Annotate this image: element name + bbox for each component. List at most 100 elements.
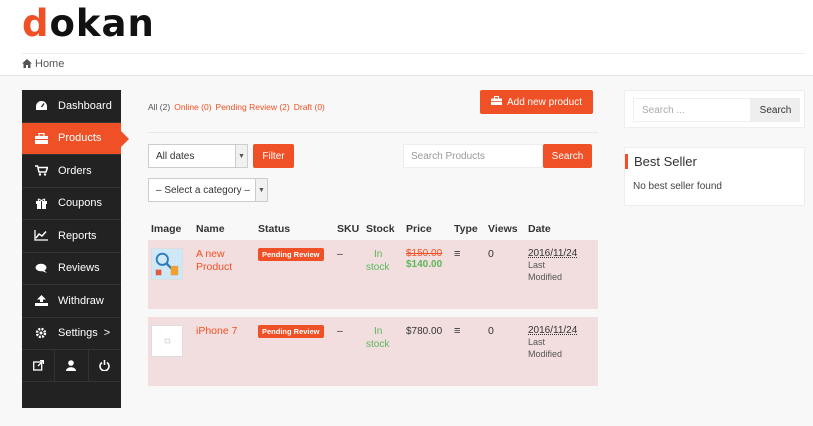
- date-label-line: Modified: [528, 272, 563, 282]
- product-image-cell: [148, 317, 193, 386]
- sidebar-item-label: Coupons: [58, 197, 103, 210]
- sku-cell: –: [337, 325, 343, 337]
- content-divider: [148, 132, 598, 133]
- sale-price: $140.00: [406, 259, 443, 270]
- chevron-down-icon: ▼: [255, 179, 267, 201]
- status-cell: Pending Review: [255, 317, 334, 386]
- column-header: SKU: [337, 223, 360, 235]
- product-name-line[interactable]: iPhone 7: [196, 325, 252, 338]
- price-cell: $150.00 $140.00: [403, 240, 451, 309]
- briefcase-icon: [34, 132, 48, 144]
- sidebar-item-coupons[interactable]: Coupons: [22, 188, 121, 220]
- dokan-logo[interactable]: dokan: [22, 2, 155, 45]
- column-header: Status: [258, 223, 291, 235]
- breadcrumb-home[interactable]: Home: [35, 58, 64, 70]
- sidebar-item-label: Products: [58, 132, 102, 145]
- comments-icon: [34, 262, 48, 274]
- stock-status-line: In: [374, 249, 383, 260]
- dates-select[interactable]: All dates ▼: [148, 144, 248, 168]
- home-icon: [22, 59, 32, 68]
- sidebar-item-label: Dashboard: [58, 99, 112, 112]
- date-value: 2016/11/24: [528, 248, 578, 259]
- sidebar-item-orders[interactable]: Orders: [22, 155, 121, 188]
- sidebar-item-label: Reviews: [58, 262, 100, 275]
- product-thumbnail[interactable]: [151, 248, 183, 280]
- add-new-product-label: Add new product: [506, 96, 583, 108]
- status-badge: Pending Review: [258, 325, 324, 338]
- best-seller-title: Best Seller: [625, 154, 697, 169]
- table-row: iPhone 7 Pending Review – In stock $780.…: [148, 317, 598, 386]
- search-products-input[interactable]: Search Products: [403, 144, 543, 168]
- column-header: Name: [196, 223, 225, 235]
- sku-cell: –: [337, 248, 343, 260]
- table-row: A new Product Pending Review – In stock …: [148, 240, 598, 309]
- sidebar-item-products[interactable]: Products: [22, 122, 129, 155]
- cart-icon: [34, 165, 48, 177]
- stock-cell: In stock: [363, 240, 403, 309]
- sidebar-item-label: Withdraw: [58, 294, 104, 307]
- price-value: $780.00: [406, 326, 443, 337]
- status-filter-links: All (2) Online (0) Pending Review (2) Draft…: [148, 102, 329, 112]
- category-select[interactable]: – Select a category – ▼: [148, 178, 268, 202]
- sidebar-item-withdraw[interactable]: Withdraw: [22, 285, 121, 318]
- product-name-line[interactable]: Product: [196, 261, 252, 274]
- filter-pending-link[interactable]: Pending Review (2): [216, 102, 290, 112]
- regular-price: $150.00: [406, 248, 443, 259]
- user-icon[interactable]: [55, 350, 89, 381]
- sidebar-item-reviews[interactable]: Reviews: [22, 253, 121, 285]
- product-name-cell[interactable]: A new Product: [193, 240, 255, 309]
- date-value: 2016/11/24: [528, 325, 578, 336]
- type-cell: ≡: [451, 240, 485, 309]
- search-products-button[interactable]: Search: [543, 144, 592, 168]
- chart-icon: [34, 230, 48, 242]
- row-spacer-cell: [148, 309, 598, 317]
- date-cell: 2016/11/24 Last Modified: [525, 317, 598, 386]
- table-header-row: Image Name Status SKU Stock Price Type V…: [148, 218, 598, 240]
- sidebar-item-label: Reports: [58, 229, 97, 242]
- status-cell: Pending Review: [255, 240, 334, 309]
- simple-product-icon: ≡: [454, 248, 461, 260]
- dashboard-icon: [34, 100, 48, 112]
- chevron-down-icon: ▼: [235, 145, 247, 167]
- best-seller-message: No best seller found: [633, 181, 722, 192]
- type-cell: ≡: [451, 317, 485, 386]
- filter-draft-link[interactable]: Draft (0): [294, 102, 325, 112]
- stock-cell: In stock: [363, 317, 403, 386]
- gift-icon: [34, 197, 48, 209]
- date-cell: 2016/11/24 Last Modified: [525, 240, 598, 309]
- product-image-cell: [148, 240, 193, 309]
- widget-search-input[interactable]: Search ...: [633, 98, 751, 122]
- briefcase-icon: [490, 96, 502, 108]
- column-header: Stock: [366, 223, 395, 235]
- date-label-line: Modified: [528, 349, 563, 359]
- stock-status-line: stock: [366, 339, 390, 350]
- add-new-product-button[interactable]: Add new product: [480, 90, 593, 114]
- products-table: Image Name Status SKU Stock Price Type V…: [148, 218, 598, 386]
- sidebar-item-dashboard[interactable]: Dashboard: [22, 90, 121, 123]
- views-cell: 0: [488, 325, 494, 337]
- row-spacer: [148, 309, 598, 317]
- chevron-right-icon: >: [103, 327, 111, 340]
- column-header: Views: [488, 223, 518, 235]
- category-select-value: – Select a category –: [156, 184, 250, 196]
- date-label-line: Last: [528, 260, 546, 270]
- simple-product-icon: ≡: [454, 325, 461, 337]
- product-name-cell[interactable]: iPhone 7: [193, 317, 255, 386]
- sidebar-item-label: Orders: [58, 164, 92, 177]
- product-name-line[interactable]: A new: [196, 248, 252, 261]
- dashboard-sidebar: Dashboard Products Orders Coupons Report…: [22, 90, 129, 408]
- column-header: Date: [528, 223, 551, 235]
- sidebar-item-reports[interactable]: Reports: [22, 220, 121, 253]
- column-header: Image: [151, 223, 182, 235]
- placeholder-image-icon[interactable]: [151, 325, 183, 357]
- sidebar-item-settings[interactable]: Settings >: [22, 318, 121, 350]
- power-icon[interactable]: [89, 350, 121, 381]
- sidebar-item-label: Settings: [58, 327, 98, 340]
- best-seller-widget: Best Seller No best seller found: [624, 147, 805, 206]
- filter-button[interactable]: Filter: [253, 144, 294, 168]
- views-cell: 0: [488, 248, 494, 260]
- external-link-icon[interactable]: [22, 350, 56, 381]
- filter-online-link[interactable]: Online (0): [174, 102, 211, 112]
- widget-search-button[interactable]: Search: [751, 98, 800, 122]
- filter-all-link[interactable]: All (2): [148, 102, 170, 112]
